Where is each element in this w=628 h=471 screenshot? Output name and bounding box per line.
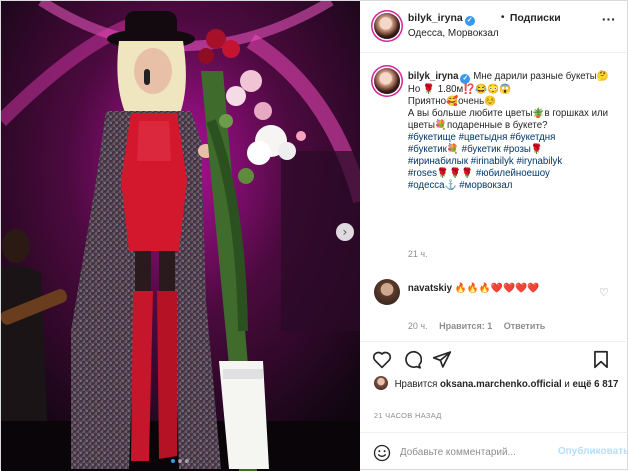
comment-bubble-icon[interactable] <box>402 350 422 369</box>
caption-author-avatar[interactable] <box>373 68 400 94</box>
reply-button[interactable]: Ответить <box>504 321 546 331</box>
post-header: bilyk_iryna ✓ • Подписки Одесса, Морвокза… <box>359 1 628 53</box>
post-time[interactable]: 21 ЧАСОВ НАЗАД <box>374 411 442 420</box>
author-username[interactable]: bilyk_iryna <box>408 12 463 24</box>
carousel-dot-active <box>171 459 176 463</box>
comment-composer: Опубликовать <box>359 432 628 471</box>
post-photo[interactable]: › <box>1 1 360 471</box>
caption-hashtags[interactable]: #одесса⚓ #морвокзал <box>408 180 513 191</box>
publish-button[interactable]: Опубликовать <box>558 446 628 457</box>
caption-text-line: Приятно🥰очень☺️ <box>407 96 497 107</box>
liker-avatar[interactable] <box>373 376 388 390</box>
likes-summary: Нравится oksana.marchenko.official и ещё… <box>373 376 619 391</box>
carousel-dot <box>185 459 190 463</box>
caption-username[interactable]: bilyk_iryna <box>408 71 459 82</box>
more-horizontal-icon[interactable]: ··· <box>602 11 616 27</box>
caption-hashtags[interactable]: #иринабилык #irinabilyk #irynabilyk <box>408 156 562 167</box>
post-side-panel: bilyk_iryna ✓ • Подписки Одесса, Морвокза… <box>359 1 628 471</box>
comment-likes-count[interactable]: Нравится: 1 <box>439 321 492 331</box>
share-paper-plane-icon[interactable] <box>432 350 452 369</box>
post-location[interactable]: Одесса, Морвокзал <box>408 28 499 39</box>
commenter-avatar[interactable] <box>373 279 400 305</box>
concert-photo <box>1 1 360 471</box>
comment-text: 🔥🔥🔥❤️❤️❤️❤️ <box>454 283 540 294</box>
post-caption: bilyk_iryna ✓ Мне дарили разные букеты🤔 Н… <box>408 71 613 192</box>
caption-text-line: А вы больше любите цветы🪴в горшках или ц… <box>407 108 609 131</box>
likes-prefix: Нравится <box>394 379 438 390</box>
post-actions <box>359 341 628 375</box>
comment-time[interactable]: 20 ч. <box>408 321 428 331</box>
carousel-dots <box>1 459 360 463</box>
liker-username[interactable]: oksana.marchenko.official <box>440 379 562 390</box>
save-bookmark-icon[interactable] <box>592 350 610 369</box>
carousel-dot <box>178 459 183 463</box>
following-button[interactable]: Подписки <box>510 12 561 24</box>
next-photo-button[interactable]: › <box>335 223 354 241</box>
author-avatar[interactable] <box>373 13 400 39</box>
likes-conjunction: и <box>564 379 570 390</box>
comment-input[interactable] <box>399 443 550 461</box>
comment: navatskiy 🔥🔥🔥❤️❤️❤️❤️ <box>408 282 588 295</box>
comment-meta: 20 ч. Нравится: 1 Ответить <box>408 321 554 331</box>
caption-time[interactable]: 21 ч. <box>408 249 428 259</box>
verified-badge-icon: ✓ <box>464 16 475 26</box>
caption-hashtags[interactable]: #букетик💐 #букетик #розы🌹 <box>408 144 543 155</box>
header-separator: • <box>500 11 505 23</box>
caption-text-line: Мне дарили разные букеты🤔 <box>473 71 609 82</box>
commenter-username[interactable]: navatskiy <box>408 283 452 294</box>
instagram-post: › bilyk_iryna ✓ • Подписки Одесса, Морвок… <box>0 0 628 471</box>
caption-text-line: Но 🌹 1.80м⁉️😂😳😱 <box>407 84 512 95</box>
verified-badge-icon: ✓ <box>460 74 471 84</box>
like-heart-icon[interactable] <box>372 350 392 369</box>
emoji-smiley-icon[interactable] <box>373 444 391 465</box>
comment-like-heart-icon[interactable]: ♡ <box>599 286 609 299</box>
caption-hashtags[interactable]: #roses🌹🌹🌹 #юбилейноешоу <box>408 168 550 179</box>
likes-others-count[interactable]: ещё 6 817 <box>573 379 619 390</box>
comments-area[interactable]: bilyk_iryna ✓ Мне дарили разные букеты🤔 Н… <box>360 54 628 341</box>
caption-hashtags[interactable]: #букетище #цветыдня #букетдня <box>408 132 556 143</box>
